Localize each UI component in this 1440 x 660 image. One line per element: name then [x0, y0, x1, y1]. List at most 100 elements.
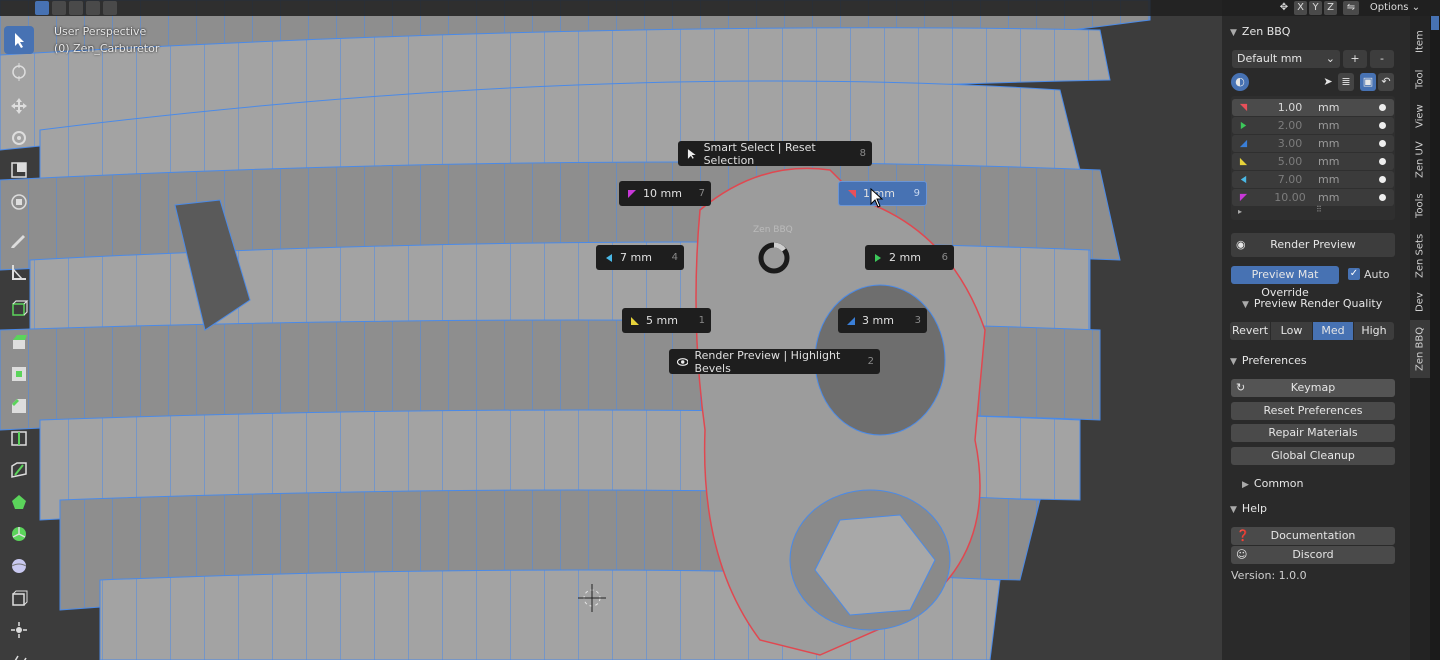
- bevel-dot-icon[interactable]: [1379, 176, 1386, 183]
- list-icon[interactable]: ≣: [1338, 73, 1354, 91]
- extrude-tool[interactable]: [4, 328, 34, 356]
- pencil-icon: [11, 235, 25, 248]
- move-tool[interactable]: [4, 92, 34, 120]
- select-mode-intersect-button[interactable]: [103, 1, 117, 15]
- axis-y-button[interactable]: Y: [1309, 1, 1322, 15]
- shrink-fatten-tool[interactable]: [4, 616, 34, 644]
- options-dropdown[interactable]: Options ⌄: [1365, 1, 1425, 15]
- tab-zen-sets[interactable]: Zen Sets: [1410, 228, 1430, 284]
- bevel-color-marker-icon: [1239, 157, 1248, 166]
- pie-hotkey-number: 3: [914, 315, 921, 326]
- preview-render-quality-label: Preview Render Quality: [1253, 297, 1383, 310]
- bevel-dot-icon[interactable]: [1379, 158, 1386, 165]
- bevel-row[interactable]: 3.00 mm: [1232, 135, 1394, 152]
- display-toggle-icon[interactable]: ▣: [1360, 73, 1376, 91]
- tab-view[interactable]: View: [1410, 98, 1430, 134]
- select-box-tool[interactable]: [4, 26, 34, 54]
- preferences-panel-header[interactable]: ▼ Preferences: [1230, 354, 1307, 367]
- documentation-button[interactable]: ❓ Documentation: [1231, 527, 1395, 545]
- bevel-row[interactable]: 2.00 mm: [1232, 117, 1394, 134]
- bevel-dot-icon[interactable]: [1379, 140, 1386, 147]
- bevel-unit: mm: [1318, 101, 1340, 114]
- add-preset-button[interactable]: +: [1343, 50, 1367, 68]
- undo-icon[interactable]: ↶: [1378, 73, 1394, 91]
- pie-smart-select-button[interactable]: Smart Select | Reset Selection 8: [678, 141, 872, 167]
- poly-build-icon: [12, 495, 26, 509]
- select-arrow-icon[interactable]: ➤: [1320, 73, 1336, 91]
- add-cube-tool[interactable]: [4, 294, 34, 322]
- zen-bbq-panel-title: Zen BBQ: [1241, 25, 1291, 38]
- pie-render-preview-button[interactable]: Render Preview | Highlight Bevels 2: [669, 349, 880, 375]
- bevel-row[interactable]: 10.00 mm: [1232, 189, 1394, 206]
- loop-cut-tool[interactable]: [4, 424, 34, 452]
- shear-tool[interactable]: [4, 648, 34, 660]
- rotate-tool[interactable]: [4, 124, 34, 152]
- annotate-tool[interactable]: [4, 226, 34, 254]
- bevel-row[interactable]: 7.00 mm: [1232, 171, 1394, 188]
- bevel-tool[interactable]: [4, 392, 34, 420]
- zen-logo-icon[interactable]: ◐: [1231, 73, 1249, 91]
- tab-item[interactable]: Item: [1410, 24, 1430, 60]
- quality-revert-button[interactable]: Revert: [1230, 322, 1270, 340]
- tab-zen-uv[interactable]: Zen UV: [1410, 136, 1430, 184]
- axis-z-button[interactable]: Z: [1324, 1, 1337, 15]
- expand-list-icon[interactable]: ▸: [1238, 207, 1242, 216]
- tab-tool[interactable]: Tool: [1410, 62, 1430, 96]
- reset-preferences-button[interactable]: Reset Preferences: [1231, 402, 1395, 420]
- discord-button[interactable]: ☺ Discord: [1231, 546, 1395, 564]
- tab-zen-bbq[interactable]: Zen BBQ: [1410, 320, 1430, 378]
- spin-tool[interactable]: [4, 520, 34, 548]
- tab-dev[interactable]: Dev: [1410, 286, 1430, 318]
- mirror-icon[interactable]: ⇋: [1343, 1, 1359, 15]
- select-mode-invert-button[interactable]: [86, 1, 100, 15]
- tab-tools[interactable]: Tools: [1410, 186, 1430, 226]
- poly-build-tool[interactable]: [4, 488, 34, 516]
- quality-high-button[interactable]: High: [1354, 322, 1394, 340]
- scale-tool[interactable]: [4, 156, 34, 184]
- keymap-label: Keymap: [1290, 381, 1336, 394]
- pie-5mm-button[interactable]: 5 mm 1: [622, 308, 711, 333]
- preset-select[interactable]: Default mm ⌄: [1232, 50, 1340, 68]
- measure-tool[interactable]: [4, 258, 34, 286]
- bevel-unit: mm: [1318, 173, 1340, 186]
- refresh-icon: ↻: [1236, 381, 1246, 394]
- pie-hotkey-number: 9: [913, 188, 920, 199]
- preview-render-quality-header[interactable]: ▼ Preview Render Quality: [1242, 297, 1382, 310]
- pie-3mm-button[interactable]: 3 mm 3: [838, 308, 927, 333]
- select-mode-extend-button[interactable]: [52, 1, 66, 15]
- auto-checkbox[interactable]: ✓: [1348, 268, 1360, 280]
- quality-med-button[interactable]: Med: [1313, 322, 1353, 340]
- resize-grip-icon[interactable]: ⠿: [1316, 205, 1322, 214]
- render-preview-button[interactable]: ◉ Render Preview: [1231, 233, 1395, 257]
- bevel-dot-icon[interactable]: [1379, 194, 1386, 201]
- bevel-row[interactable]: 1.00 mm: [1232, 99, 1394, 116]
- quality-low-button[interactable]: Low: [1271, 322, 1312, 340]
- keymap-button[interactable]: ↻ Keymap: [1231, 379, 1395, 397]
- zen-bbq-panel-header[interactable]: ▼ Zen BBQ: [1230, 25, 1290, 38]
- bevel-dot-icon[interactable]: [1379, 122, 1386, 129]
- pie-7mm-button[interactable]: 7 mm 4: [596, 245, 684, 270]
- preview-mat-override-button[interactable]: Preview Mat Override: [1231, 266, 1339, 299]
- knife-tool[interactable]: [4, 456, 34, 484]
- remove-preset-button[interactable]: -: [1370, 50, 1394, 68]
- bevel-row[interactable]: 5.00 mm: [1232, 153, 1394, 170]
- pie-2mm-button[interactable]: 2 mm 6: [865, 245, 954, 270]
- cursor-tool[interactable]: [4, 58, 34, 86]
- global-cleanup-button[interactable]: Global Cleanup: [1231, 447, 1395, 465]
- inset-tool[interactable]: [4, 360, 34, 388]
- transform-tool[interactable]: [4, 188, 34, 216]
- help-panel-header[interactable]: ▼ Help: [1230, 502, 1267, 515]
- chevron-down-icon: ⌄: [1411, 2, 1421, 13]
- pie-10mm-button[interactable]: 10 mm 7: [619, 181, 711, 206]
- common-panel-header[interactable]: ▶ Common: [1242, 477, 1303, 490]
- transform-pivot-icon[interactable]: ✥: [1276, 1, 1292, 15]
- repair-materials-button[interactable]: Repair Materials: [1231, 424, 1395, 442]
- edge-slide-tool[interactable]: [4, 584, 34, 612]
- tab-edge-marker[interactable]: [1431, 16, 1439, 30]
- bevel-dot-icon[interactable]: [1379, 104, 1386, 111]
- select-mode-new-button[interactable]: [35, 1, 49, 15]
- axis-x-button[interactable]: X: [1294, 1, 1307, 15]
- smooth-tool[interactable]: [4, 552, 34, 580]
- 3d-viewport[interactable]: User Perspective (0) Zen_Carburetor Smar…: [0, 0, 1222, 660]
- select-mode-subtract-button[interactable]: [69, 1, 83, 15]
